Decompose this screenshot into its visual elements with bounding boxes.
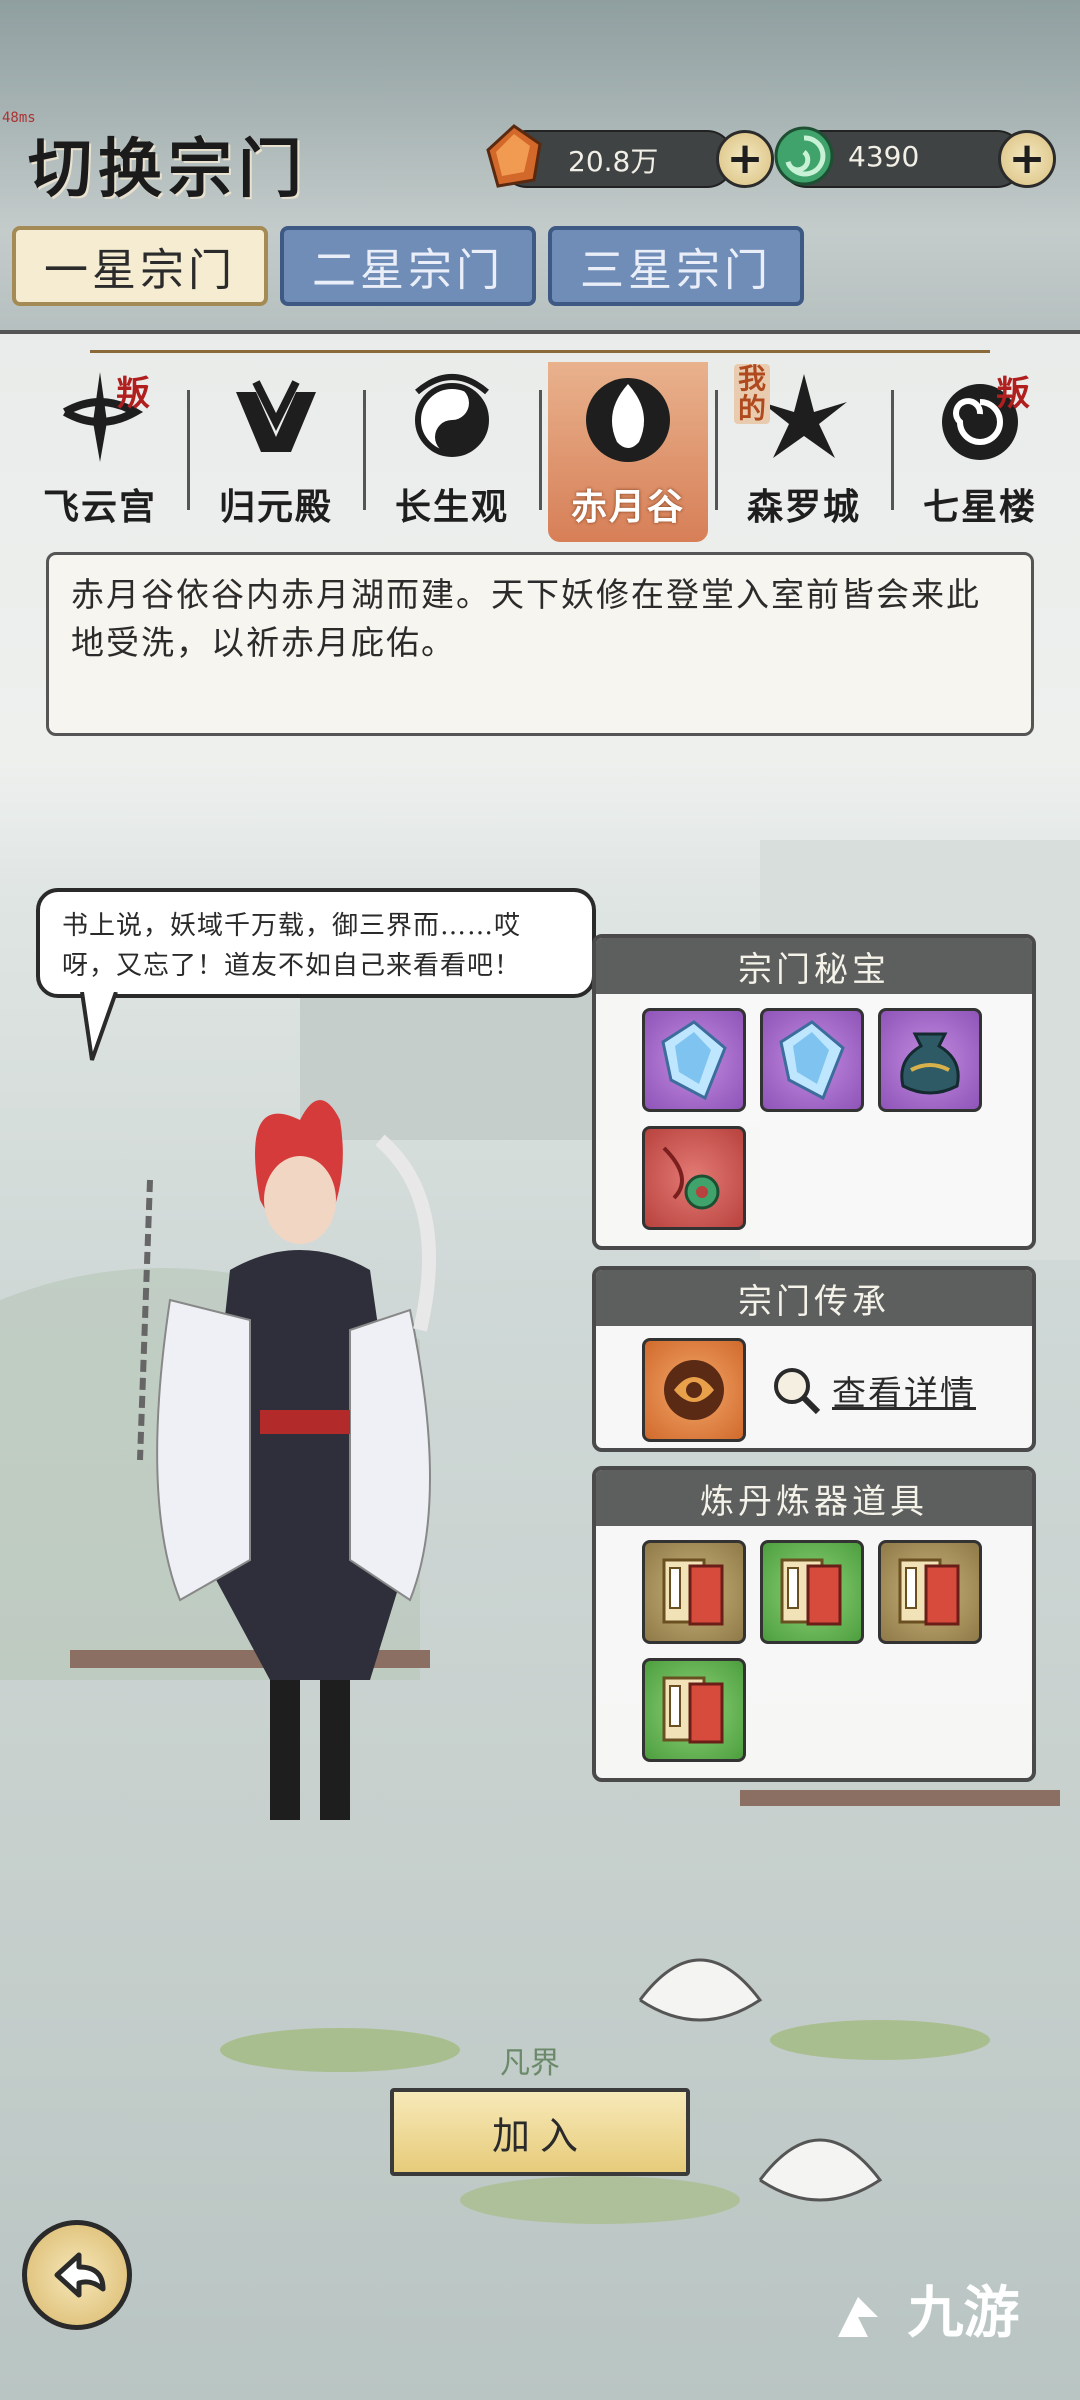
beast-emblem-icon [664,1360,724,1420]
crown-emblem-icon [236,380,316,452]
sect-description: 赤月谷依谷内赤月湖而建。天下妖修在登堂入室前皆会来此地受洗，以祈赤月庇佑。 [46,552,1034,736]
view-details-link[interactable]: 查看详情 [768,1362,976,1418]
watermark-text: 九游 [907,2281,1020,2346]
panel-title: 宗门秘宝 [596,938,1032,994]
tab-two-star[interactable]: 二星宗门 [280,226,536,306]
watermark-swoosh-icon [828,2287,888,2347]
rebel-badge: 叛 [116,374,150,414]
sect-divider [186,390,190,510]
join-sect-button[interactable]: 加入 [390,2088,690,2176]
sect-name: 归元殿 [218,486,333,528]
stones-value: 20.8万 [568,145,659,178]
sect-divider [890,390,894,510]
manual-book-icon [662,1558,724,1626]
magnifier-icon [774,1368,821,1415]
manual-book-icon [780,1558,842,1626]
tool-item[interactable] [642,1658,746,1762]
treasure-item[interactable] [760,1008,864,1112]
sect-name: 森罗城 [746,486,861,528]
manual-book-icon [662,1676,724,1744]
treasure-item[interactable] [642,1008,746,1112]
add-stones-button[interactable]: + [716,130,774,188]
speech-bubble: 书上说，妖域千万载，御三界而……哎呀，又忘了！道友不如自己来看看吧！ [36,888,596,998]
rebel-badge: 叛 [996,374,1030,414]
back-button[interactable] [22,2220,132,2330]
blue-crystal-icon [779,1020,845,1100]
add-jade-button[interactable]: + [998,130,1056,188]
treasure-pouch-icon [900,1032,960,1095]
jade-value: 4390 [848,140,920,173]
manual-book-icon [898,1558,960,1626]
sect-name: 七星楼 [922,486,1037,528]
tool-item[interactable] [642,1540,746,1644]
sect-treasure-panel: 宗门秘宝 [592,934,1036,1250]
mine-badge: 我的 [734,364,770,424]
alchemy-tools-panel: 炼丹炼器道具 [592,1466,1036,1782]
sect-name: 赤月谷 [570,486,685,528]
tab-one-star[interactable]: 一星宗门 [12,226,268,306]
sect-item-changsheng[interactable]: 长生观 [372,362,532,542]
treasure-item[interactable] [878,1008,982,1112]
sect-name: 长生观 [394,486,509,528]
treasure-item[interactable] [642,1126,746,1230]
panel-title: 炼丹炼器道具 [596,1470,1032,1526]
sect-guide-character [137,1100,436,1820]
flame-emblem-icon [586,378,670,462]
sect-item-chiyue[interactable]: 赤月谷 [548,362,708,542]
panel-title: 宗门传承 [596,1270,1032,1326]
back-arrow-icon [54,2252,106,2298]
yin-yang-emblem-icon [415,374,489,457]
watermark-logo: 九游 [828,2268,1020,2349]
sect-list: 叛 飞云宫 归元殿 长生观 赤月谷 我的 森罗城 叛 七星楼 [20,362,1060,542]
plus-icon: + [726,133,764,184]
speech-bubble-tail [80,992,118,1061]
page-title: 切换宗门 [28,132,308,207]
tab-three-star[interactable]: 三星宗门 [548,226,804,306]
sect-item-feiyun[interactable]: 叛 飞云宫 [20,362,180,542]
sect-item-senluo[interactable]: 我的 森罗城 [724,362,884,542]
ornament-divider [90,350,990,353]
sect-item-qixing[interactable]: 叛 七星楼 [900,362,1060,542]
view-details-label: 查看详情 [832,1373,976,1414]
jade-pendant-icon [662,1146,720,1210]
realm-label: 凡界 [500,2046,560,2081]
inheritance-item[interactable] [642,1338,746,1442]
sect-name: 飞云宫 [42,486,157,528]
sect-divider [538,390,542,510]
sect-divider [362,390,366,510]
sect-inheritance-panel: 宗门传承 查看详情 [592,1266,1036,1452]
tool-item[interactable] [760,1540,864,1644]
plus-icon: + [1008,133,1046,184]
jade-swirl-icon [772,124,836,188]
sect-divider [714,390,718,510]
blue-crystal-icon [661,1020,727,1100]
amber-crystal-icon [484,124,544,188]
sect-item-guiyuan[interactable]: 归元殿 [196,362,356,542]
tool-item[interactable] [878,1540,982,1644]
